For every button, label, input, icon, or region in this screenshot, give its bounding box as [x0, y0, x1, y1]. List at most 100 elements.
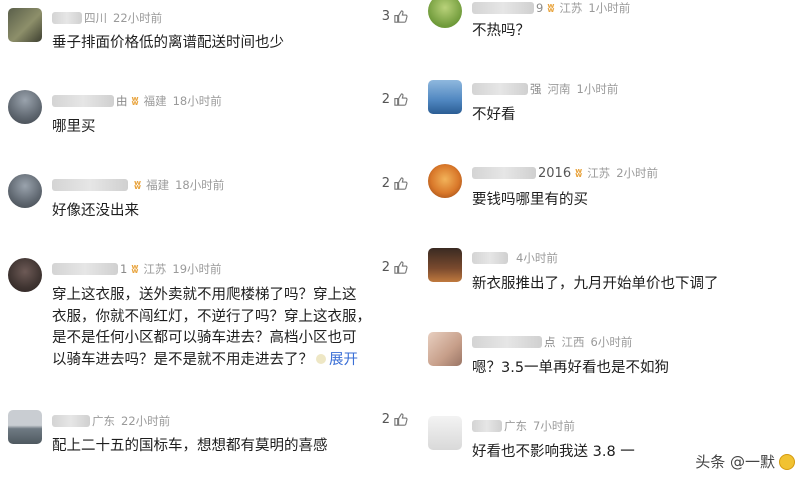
comment-text: 不好看	[472, 107, 516, 123]
comment-meta: 2016 ʬ 江苏 2小时前	[472, 164, 658, 182]
timestamp: 2小时前	[616, 166, 659, 180]
username-blurred[interactable]	[472, 336, 542, 348]
username-blurred[interactable]	[472, 252, 508, 264]
comment-text: 新衣服推出了，九月开始单价也下调了	[472, 276, 719, 292]
comment-text: 好像还没出来	[52, 203, 139, 219]
thumbs-up-icon	[394, 10, 408, 23]
timestamp: 18小时前	[172, 94, 222, 108]
location: 广东	[504, 419, 527, 433]
watermark-text: 头条 @一默	[695, 453, 775, 471]
avatar[interactable]	[8, 90, 42, 124]
location: 福建	[143, 94, 167, 108]
thumbs-up-icon	[394, 93, 408, 106]
comment-line: 以骑车进去吗？是不是就不用走进去了？	[52, 351, 313, 368]
timestamp: 18小时前	[175, 178, 225, 192]
avatar[interactable]	[428, 0, 462, 28]
comment-meta: 广东 22小时前	[52, 412, 170, 430]
timestamp: 7小时前	[533, 419, 575, 433]
thumbs-up-icon	[394, 413, 408, 426]
vip-badge-icon: ʬ	[575, 166, 583, 180]
avatar[interactable]	[8, 8, 42, 42]
avatar[interactable]	[8, 174, 42, 208]
thumbs-up-icon	[394, 261, 408, 274]
location: 江苏	[143, 262, 167, 276]
vip-badge-icon: ʬ	[131, 94, 139, 108]
comment-item[interactable]: 广东 22小时前 配上二十五的国标车，想想都有莫明的喜感 2	[0, 404, 420, 474]
comment-item[interactable]: 点 江西 6小时前 嗯？3.5一单再好看也是不如狗	[420, 324, 801, 396]
like-count: 3	[381, 9, 390, 24]
username-suffix: 9	[536, 1, 544, 15]
username-blurred[interactable]	[52, 12, 82, 24]
avatar[interactable]	[8, 410, 42, 444]
comment-item[interactable]: ʬ 福建 18小时前 好像还没出来 2	[0, 170, 420, 242]
timestamp: 4小时前	[516, 251, 558, 265]
username-suffix: 由	[116, 94, 128, 108]
comment-item[interactable]: 由 ʬ 福建 18小时前 哪里买 2	[0, 86, 420, 158]
vip-badge-icon: ʬ	[134, 178, 142, 192]
emoji-icon	[316, 353, 326, 364]
comment-column-left: 四川 22小时前 垂子排面价格低的离谱配送时间也少 3 由 ʬ 福建 18小时前…	[0, 0, 420, 478]
username-blurred[interactable]	[472, 2, 534, 14]
comment-meta: 强 河南 1小时前	[472, 80, 618, 98]
comment-item[interactable]: 9 ʬ 江苏 1小时前 不热吗？	[420, 0, 801, 52]
location: 江西	[561, 335, 585, 349]
comment-text: 配上二十五的国标车，想想都有莫明的喜感	[52, 438, 328, 454]
comment-text: 嗯？3.5一单再好看也是不如狗	[472, 360, 670, 376]
avatar[interactable]	[428, 80, 462, 114]
timestamp: 6小时前	[590, 335, 633, 349]
watermark: 头条 @一默	[695, 451, 795, 472]
like-count: 2	[381, 260, 390, 275]
comment-text: 要钱吗哪里有的买	[472, 192, 588, 208]
thumbs-up-icon	[394, 177, 408, 190]
username-blurred[interactable]	[52, 415, 90, 427]
like-count: 2	[381, 176, 390, 191]
username-blurred[interactable]	[52, 179, 128, 191]
username-blurred[interactable]	[472, 83, 528, 95]
username-blurred[interactable]	[472, 167, 536, 179]
like-button[interactable]: 3	[382, 9, 408, 24]
username-blurred[interactable]	[52, 263, 118, 275]
location: 江苏	[559, 1, 583, 15]
timestamp: 22小时前	[121, 414, 171, 428]
location: 四川	[84, 11, 107, 25]
expand-link[interactable]: 展开	[329, 352, 358, 368]
username-blurred[interactable]	[472, 420, 502, 432]
comment-text: 垂子排面价格低的离谱配送时间也少	[52, 35, 284, 51]
avatar[interactable]	[428, 332, 462, 366]
location: 河南	[547, 82, 571, 96]
comment-meta: ʬ 福建 18小时前	[52, 176, 224, 194]
timestamp: 22小时前	[113, 11, 163, 25]
comment-text: 穿上这衣服，送外卖就不用爬楼梯了吗？穿上这 衣服，你就不闯红灯，不逆行了吗？穿上…	[52, 285, 412, 371]
comment-meta: 4小时前	[472, 249, 558, 267]
like-button[interactable]: 2	[382, 260, 408, 275]
comment-line: 穿上这衣服，送外卖就不用爬楼梯了吗？穿上这	[52, 287, 357, 303]
comment-meta: 广东 7小时前	[472, 417, 575, 435]
emoji-icon	[779, 453, 795, 470]
comment-line: 衣服，你就不闯红灯，不逆行了吗？穿上这衣服，	[52, 308, 371, 325]
comment-line: 是不是任何小区都可以骑车进去？高档小区也可	[52, 330, 357, 346]
username-suffix: 点	[544, 335, 556, 349]
username-suffix: 1	[120, 262, 128, 276]
comment-item[interactable]: 2016 ʬ 江苏 2小时前 要钱吗哪里有的买	[420, 156, 801, 228]
like-button[interactable]: 2	[382, 412, 408, 427]
like-button[interactable]: 2	[382, 92, 408, 107]
avatar[interactable]	[428, 248, 462, 282]
comment-meta: 点 江西 6小时前	[472, 333, 632, 351]
like-button[interactable]: 2	[382, 176, 408, 191]
location: 广东	[92, 414, 115, 428]
username-blurred[interactable]	[52, 95, 114, 107]
comment-text: 好看也不影响我送 3.8 一	[472, 444, 635, 460]
comment-meta: 由 ʬ 福建 18小时前	[52, 92, 222, 110]
comment-meta: 1 ʬ 江苏 19小时前	[52, 260, 222, 278]
comment-item[interactable]: 强 河南 1小时前 不好看	[420, 74, 801, 144]
avatar[interactable]	[428, 416, 462, 450]
comment-item[interactable]: 1 ʬ 江苏 19小时前 穿上这衣服，送外卖就不用爬楼梯了吗？穿上这 衣服，你就…	[0, 254, 420, 394]
avatar[interactable]	[428, 164, 462, 198]
like-count: 2	[381, 92, 390, 107]
comment-item[interactable]: 四川 22小时前 垂子排面价格低的离谱配送时间也少 3	[0, 0, 420, 72]
avatar[interactable]	[8, 258, 42, 292]
comment-text: 不热吗？	[472, 23, 530, 39]
comment-item[interactable]: 4小时前 新衣服推出了，九月开始单价也下调了	[420, 240, 801, 312]
username-suffix: 强	[530, 82, 542, 96]
comment-text: 哪里买	[52, 119, 96, 135]
